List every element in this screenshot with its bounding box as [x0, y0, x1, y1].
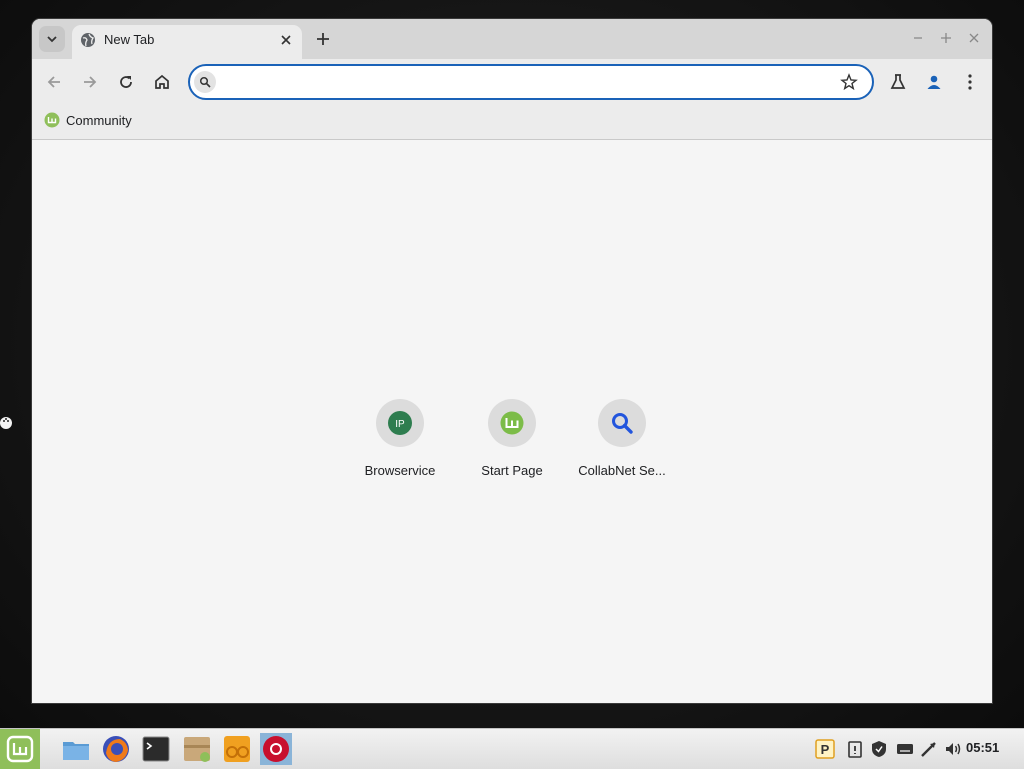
ip-badge-text: IP — [395, 419, 405, 430]
window-close-icon[interactable] — [967, 31, 981, 45]
taskbar: P 05:51 — [0, 728, 1024, 769]
file-manager-icon[interactable] — [60, 733, 92, 765]
p-indicator-icon[interactable]: P — [815, 739, 835, 759]
toolbar — [32, 59, 992, 105]
shield-icon[interactable] — [869, 739, 889, 759]
shortcut-icon-bg — [488, 399, 536, 447]
magnifier-icon — [612, 413, 633, 434]
more-menu-icon[interactable] — [960, 72, 980, 92]
shortcut-start-page[interactable]: Start Page — [456, 377, 568, 478]
minimize-icon[interactable] — [911, 31, 925, 45]
software-manager-icon[interactable] — [221, 733, 253, 765]
maximize-icon[interactable] — [939, 31, 953, 45]
shortcut-collabnet-search[interactable]: CollabNet Se... — [566, 377, 678, 478]
terminal-icon[interactable] — [140, 733, 172, 765]
network-icon[interactable] — [919, 739, 939, 759]
bookmark-label: Community — [66, 112, 132, 128]
forward-arrow-icon[interactable] — [80, 72, 100, 92]
shortcut-title: CollabNet Se... — [578, 463, 666, 478]
volume-icon[interactable] — [943, 739, 963, 759]
bookmark-community[interactable]: Community — [44, 112, 132, 128]
shortcut-title: Start Page — [481, 463, 543, 478]
address-input[interactable] — [224, 72, 828, 94]
clipboard-icon[interactable] — [845, 739, 865, 759]
new-tab-page: IP Browservice Start Page CollabNet Se..… — [32, 140, 992, 703]
browser-icon[interactable] — [260, 733, 292, 765]
start-menu-button[interactable] — [0, 729, 40, 769]
linux-mint-menu-icon — [6, 735, 34, 763]
tab-search-button[interactable] — [39, 26, 65, 52]
p-indicator-label: P — [821, 742, 830, 757]
search-icon — [199, 76, 211, 88]
address-bar[interactable] — [188, 64, 874, 100]
shortcut-browservice[interactable]: IP Browservice — [344, 377, 456, 478]
bookmarks-bar: Community — [32, 105, 992, 140]
profile-avatar-icon[interactable] — [924, 72, 944, 92]
bookmark-star-icon[interactable] — [840, 73, 858, 91]
tab-title: New Tab — [104, 32, 155, 47]
new-tab-button[interactable] — [314, 30, 332, 48]
home-icon[interactable] — [152, 72, 172, 92]
keyboard-icon[interactable] — [895, 739, 915, 759]
ip-badge-icon: IP — [388, 411, 412, 435]
shortcut-icon-bg: IP — [376, 399, 424, 447]
browser-window: New Tab Community IP Browservice Start P… — [32, 19, 992, 703]
labs-flask-icon[interactable] — [888, 72, 908, 92]
globe-icon — [81, 33, 95, 47]
tab-new-tab[interactable]: New Tab — [72, 25, 302, 59]
linux-mint-icon — [44, 112, 60, 128]
search-icon-wrap — [194, 71, 216, 93]
firefox-icon[interactable] — [100, 733, 132, 765]
shortcut-title: Browservice — [364, 463, 436, 478]
close-icon[interactable] — [278, 32, 294, 48]
clock[interactable]: 05:51 — [966, 740, 999, 755]
shortcut-icon-bg — [598, 399, 646, 447]
chevron-down-icon — [47, 36, 57, 43]
archive-manager-icon[interactable] — [181, 733, 213, 765]
desktop-sticker-icon — [0, 417, 12, 429]
tab-strip: New Tab — [32, 19, 992, 59]
back-arrow-icon[interactable] — [44, 72, 64, 92]
reload-icon[interactable] — [116, 72, 136, 92]
linux-mint-icon — [500, 411, 524, 435]
